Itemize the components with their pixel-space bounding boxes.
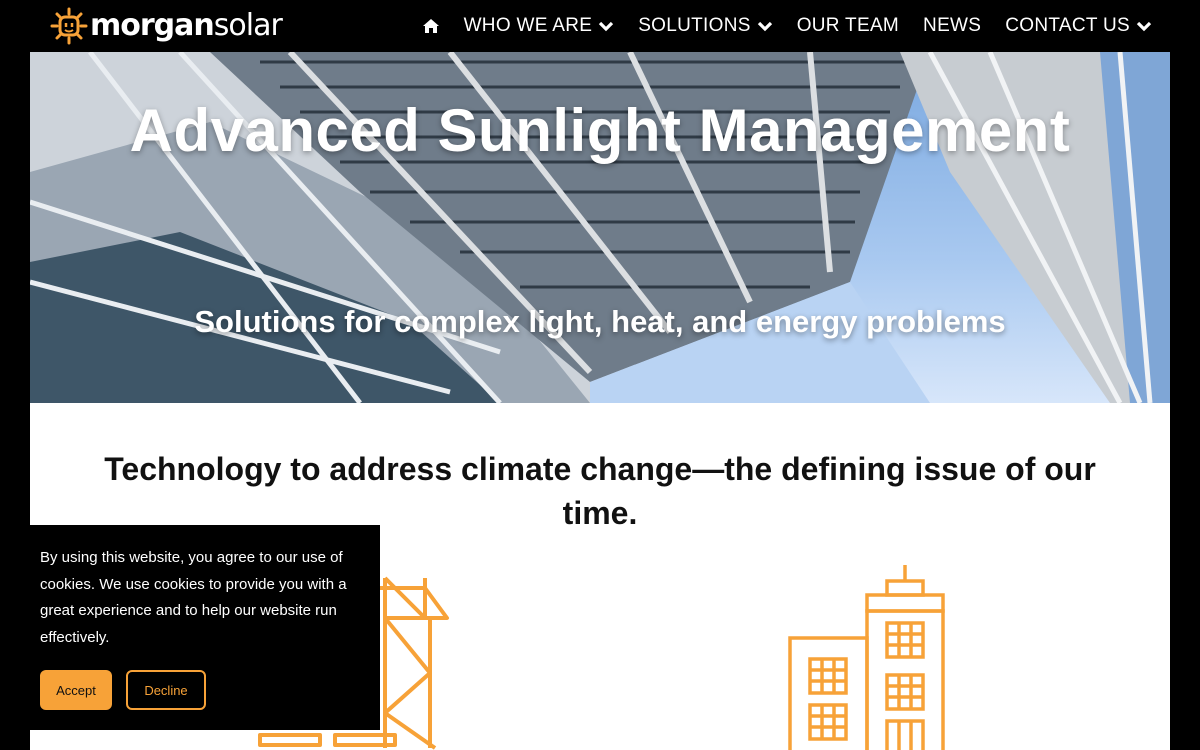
- main-nav: WHO WE ARE SOLUTIONS OUR TEAM NEWS CONTA…: [422, 0, 1152, 52]
- site-header: morgansolar WHO WE ARE SOLUTIONS OUR TEA…: [0, 0, 1200, 52]
- sun-plug-icon: [50, 7, 88, 45]
- brand-name: morgansolar: [90, 6, 283, 46]
- nav-label: CONTACT US: [1005, 15, 1130, 36]
- hero-subtitle: Solutions for complex light, heat, and e…: [194, 304, 1006, 339]
- nav-our-team[interactable]: OUR TEAM: [797, 15, 899, 37]
- nav-home[interactable]: [422, 18, 440, 34]
- nav-label: OUR TEAM: [796, 15, 900, 36]
- nav-contact-us[interactable]: CONTACT US: [1005, 15, 1152, 37]
- office-building-icon: [788, 565, 945, 750]
- nav-news[interactable]: NEWS: [923, 15, 981, 37]
- nav-label: NEWS: [923, 15, 982, 36]
- logo[interactable]: morgansolar: [50, 6, 283, 46]
- decline-button[interactable]: Decline: [126, 670, 206, 710]
- nav-label: WHO WE ARE: [463, 15, 593, 36]
- home-icon: [422, 19, 439, 33]
- chevron-down-icon: [1136, 21, 1152, 32]
- hero-banner: Advanced Sunlight Management Solutions f…: [30, 52, 1170, 403]
- accept-button[interactable]: Accept: [40, 670, 112, 710]
- brand-bold: morgan: [90, 8, 215, 43]
- cookie-banner: By using this website, you agree to our …: [30, 525, 380, 730]
- nav-solutions[interactable]: SOLUTIONS: [638, 15, 773, 37]
- hero-title: Advanced Sunlight Management: [129, 97, 1071, 164]
- nav-label: SOLUTIONS: [638, 15, 751, 36]
- nav-who-we-are[interactable]: WHO WE ARE: [464, 15, 615, 37]
- chevron-down-icon: [757, 21, 772, 32]
- cookie-text: By using this website, you agree to our …: [40, 549, 347, 646]
- section-headline: Technology to address climate change—the…: [104, 451, 1096, 531]
- chevron-down-icon: [599, 21, 614, 32]
- brand-light: solar: [213, 8, 283, 43]
